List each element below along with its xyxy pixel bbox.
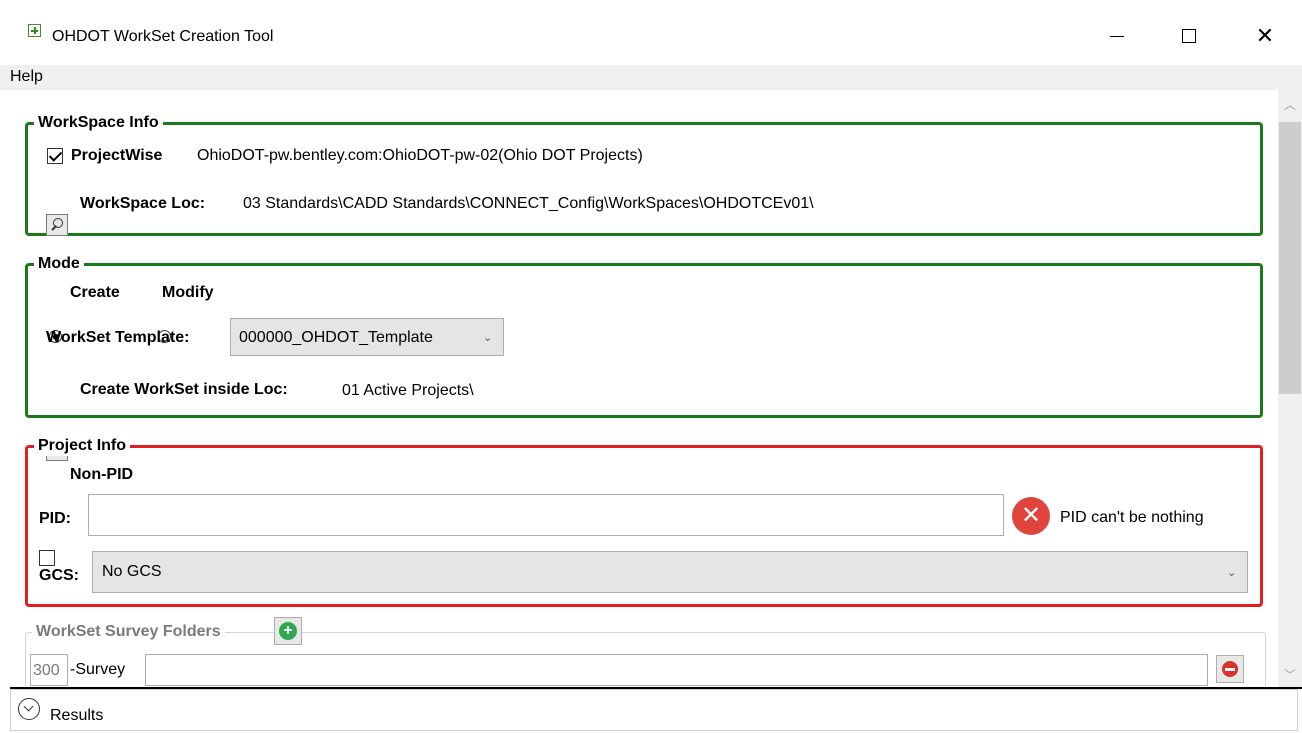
chevron-down-icon: ⌄ [1227,567,1237,579]
projectwise-datasource: OhioDOT-pw.bentley.com:OhioDOT-pw-02(Ohi… [197,147,643,164]
remove-icon [1222,661,1238,677]
close-button[interactable]: ✕ [1242,16,1288,56]
gcs-label: GCS: [39,567,79,584]
results-expander[interactable] [10,689,1298,731]
menu-item-help[interactable]: Help [8,68,45,86]
modify-label[interactable]: Modify [162,284,214,302]
scroll-up-icon[interactable]: ︿ [1284,96,1296,113]
pid-input[interactable] [88,494,1004,536]
folder-number-value: 300 [33,662,60,679]
projectwise-label: ProjectWise [71,147,163,164]
minimize-button[interactable] [1094,16,1140,56]
app-icon [28,24,41,37]
non-pid-label[interactable]: Non-PID [70,466,133,484]
survey-folders-title: WorkSet Survey Folders [32,622,225,642]
scroll-down-icon[interactable]: ﹀ [1284,666,1296,683]
workspace-loc-value: 03 Standards\CADD Standards\CONNECT_Conf… [243,195,814,212]
workspace-loc-label: WorkSpace Loc: [80,195,206,212]
error-icon: ✕ [1012,497,1050,535]
folder-name-input[interactable] [145,654,1208,686]
non-pid-checkbox[interactable] [39,550,55,566]
workset-template-select[interactable]: 000000_OHDOT_Template ⌄ [230,318,504,356]
window-title: OHDOT WorkSet Creation Tool [52,28,274,45]
maximize-button[interactable] [1166,16,1212,56]
mode-title: Mode [34,254,84,274]
projectwise-checkbox[interactable] [47,148,63,164]
pid-error-message: PID can't be nothing [1060,509,1204,526]
remove-folder-button[interactable] [1216,655,1244,683]
create-loc-value: 01 Active Projects\ [342,382,474,399]
project-info-title: Project Info [34,436,131,456]
add-folder-button[interactable]: + [274,617,302,645]
folder-number-input[interactable]: 300 [30,654,68,686]
workspace-info-title: WorkSpace Info [34,113,163,133]
folder-suffix-label: -Survey [70,661,126,678]
workset-template-value: 000000_OHDOT_Template [239,329,433,346]
workspace-loc-browse-button[interactable] [46,214,68,236]
scrollbar-thumb[interactable] [1279,122,1301,394]
close-icon: ✕ [1255,23,1275,48]
pid-label: PID: [39,510,71,527]
gcs-value: No GCS [102,563,162,580]
workset-template-label: WorkSet Template: [46,329,190,346]
results-label[interactable]: Results [50,707,103,725]
create-loc-label: Create WorkSet inside Loc: [80,381,288,398]
chevron-down-circle-icon[interactable] [18,698,40,720]
add-icon: + [279,622,297,640]
workspace-info-group: WorkSpace Info [25,113,1263,236]
menu-bar: Help [0,65,1302,90]
gcs-select[interactable]: No GCS ⌄ [92,551,1248,593]
chevron-down-icon: ⌄ [483,332,493,344]
minimize-icon [1110,35,1124,37]
maximize-icon [1182,29,1196,43]
create-label[interactable]: Create [70,284,120,302]
